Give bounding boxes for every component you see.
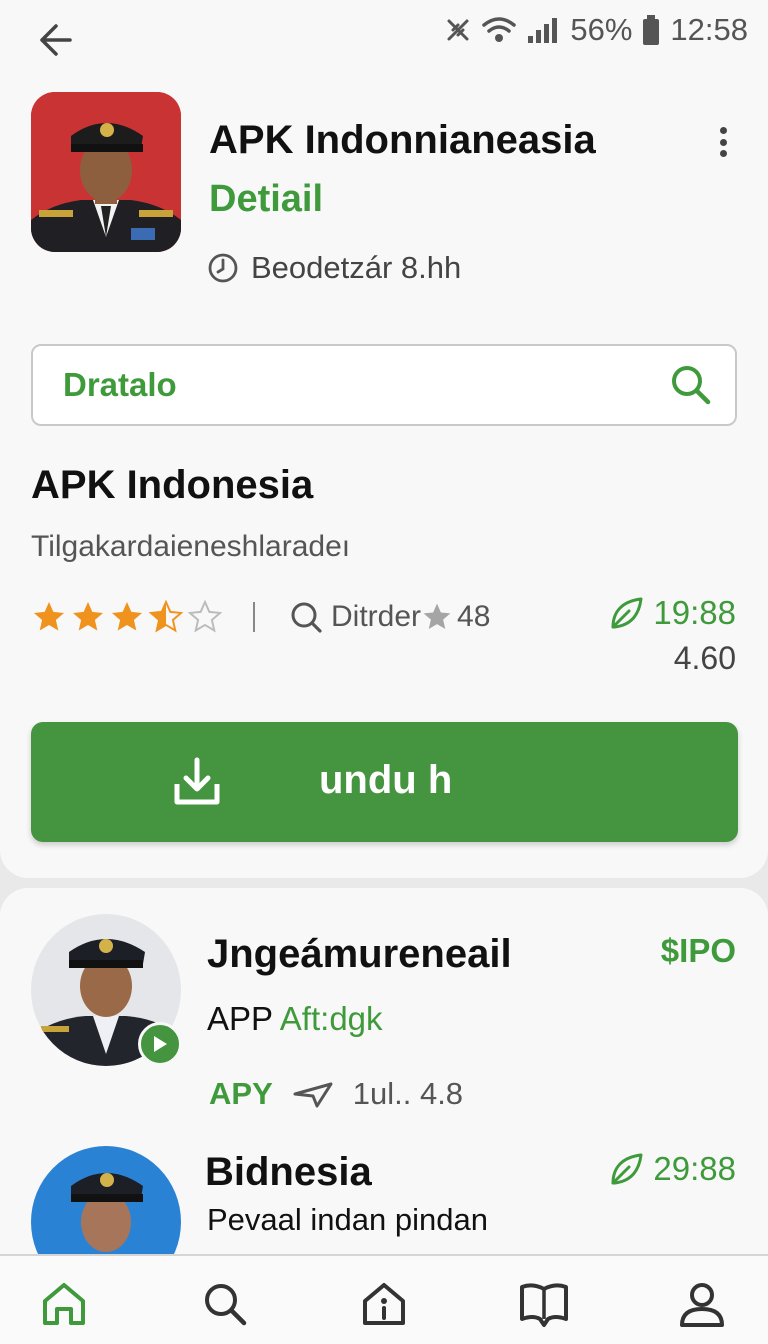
battery-icon — [643, 15, 660, 45]
app-detail-card: 56% 12:58 APK Indonnianeasia Detiail Beo… — [0, 0, 768, 878]
leaf-icon — [611, 1153, 643, 1185]
star-half-icon — [148, 599, 184, 633]
star-full-icon — [112, 602, 142, 631]
star-full-icon — [73, 602, 103, 631]
list-item-sub-tag: Aft:dgk — [279, 1000, 383, 1037]
officer-portrait-icon — [31, 92, 181, 252]
list-item-sub-prefix: APP — [207, 1000, 273, 1037]
list-item-meta-text: 1ul.. 4.8 — [352, 1076, 464, 1111]
nav-search[interactable] — [197, 1276, 253, 1332]
divider — [253, 602, 255, 632]
download-label: undu h — [319, 758, 453, 802]
leaf-icon — [611, 597, 643, 629]
star-full-icon — [34, 602, 64, 631]
nav-library[interactable] — [516, 1276, 572, 1332]
app-icon — [31, 92, 181, 252]
stat-bottom: 4.60 — [673, 640, 736, 676]
list-item-title[interactable]: Jngeámureneail — [207, 932, 512, 977]
app-meta: Beodetzár 8.hh — [207, 250, 461, 286]
clock: 12:58 — [670, 12, 748, 47]
rating-value: 48 — [457, 600, 491, 633]
signal-icon — [528, 18, 558, 43]
star-empty-icon — [187, 599, 223, 633]
kebab-dot — [719, 138, 727, 146]
arrow-left-icon — [40, 24, 72, 56]
play-check-icon — [154, 1036, 167, 1052]
kebab-dot — [719, 127, 727, 134]
list-item-subtitle: Pevaal indan pindan — [207, 1202, 488, 1237]
nav-profile[interactable] — [674, 1276, 730, 1332]
list-item-stat: 29:88 — [609, 1150, 736, 1188]
list-item-meta: APY 1ul.. 4.8 — [209, 1076, 463, 1112]
star-gray-icon — [423, 603, 451, 629]
user-icon — [680, 1283, 724, 1327]
search-input[interactable] — [63, 366, 669, 404]
search-small-icon — [291, 602, 322, 633]
bottom-navigation — [0, 1254, 768, 1344]
list-item-price: $IPO — [660, 932, 736, 969]
download-button[interactable]: undu h — [31, 722, 738, 842]
info-icon — [363, 1283, 405, 1325]
section-title: APK Indonesia — [31, 463, 314, 507]
home-icon — [43, 1283, 85, 1325]
download-stats: 19:88 4.60 — [609, 594, 736, 677]
status-bar: 56% 12:58 — [444, 10, 748, 50]
wifi-icon — [482, 17, 517, 42]
rating-row: Ditrder 48 — [31, 592, 490, 642]
clock-icon — [208, 253, 238, 283]
search-icon[interactable] — [669, 363, 713, 407]
search-box[interactable] — [31, 344, 737, 426]
book-open-icon — [520, 1283, 568, 1327]
section-description: Tilgakardaieneshlaradeı — [31, 530, 351, 563]
star-rating — [31, 599, 223, 635]
nfc-off-icon — [447, 19, 469, 41]
battery-percentage: 56% — [570, 12, 633, 47]
rating-label: Ditrder — [331, 600, 422, 633]
nav-home[interactable] — [36, 1276, 92, 1332]
app-subtitle[interactable]: Detiail — [209, 178, 323, 221]
list-item-subtitle: APP Aft:dgk — [207, 1000, 383, 1038]
plane-icon — [293, 1082, 333, 1108]
list-item-meta-tag: APY — [209, 1076, 273, 1111]
app-title: APK Indonnianeasia — [209, 118, 596, 162]
list-item-stat-value: 29:88 — [653, 1150, 736, 1187]
kebab-dot — [719, 150, 727, 157]
search-icon — [205, 1284, 247, 1326]
app-meta-text: Beodetzár 8.hh — [251, 250, 462, 285]
nav-info[interactable] — [356, 1276, 412, 1332]
list-item-title[interactable]: Bidnesia — [205, 1150, 372, 1195]
download-icon — [174, 757, 220, 805]
verified-badge — [138, 1022, 182, 1066]
more-options-button[interactable] — [706, 122, 740, 162]
back-button[interactable] — [30, 16, 78, 64]
stat-top: 19:88 — [653, 594, 736, 631]
